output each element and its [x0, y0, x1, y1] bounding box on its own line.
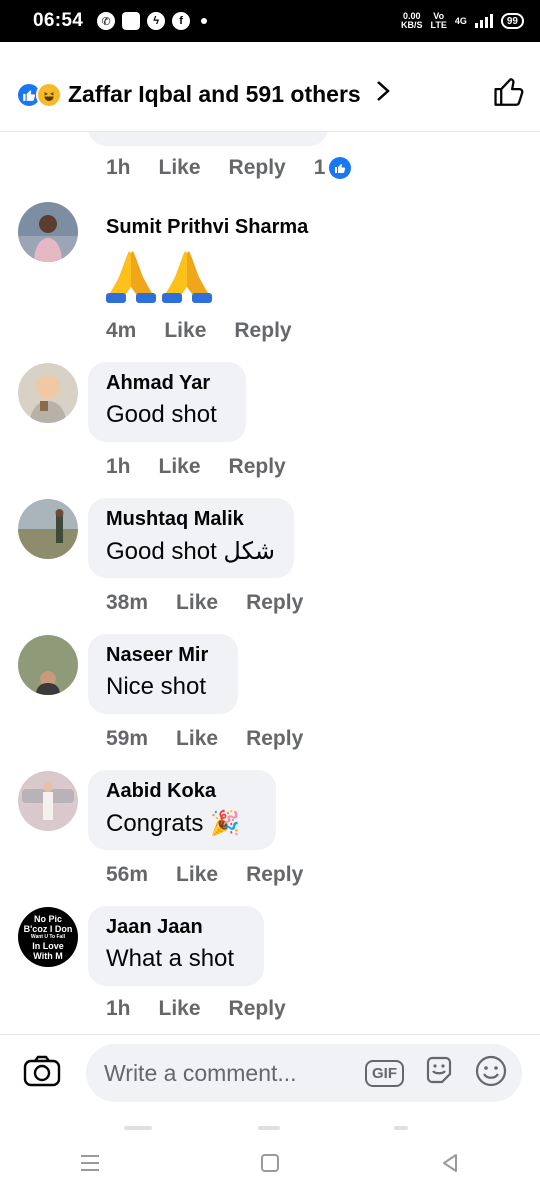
- reply-button[interactable]: Reply: [246, 863, 303, 887]
- sticker-button[interactable]: [422, 1054, 456, 1093]
- chevron-right-icon[interactable]: [375, 80, 391, 109]
- comment-input[interactable]: [104, 1059, 344, 1087]
- comment-bubble[interactable]: Mushtaq Malik Good shot شکل: [88, 498, 294, 578]
- commenter-name[interactable]: Ahmad Yar: [106, 372, 228, 395]
- emoji-icon: [475, 1055, 507, 1086]
- reply-button[interactable]: Reply: [246, 591, 303, 615]
- comment-actions: 1h Like Reply: [106, 997, 286, 1021]
- app-notification-icon: [122, 12, 141, 30]
- haha-icon: [36, 81, 62, 108]
- reactions-summary[interactable]: Zaffar Iqbal and 591 others: [68, 81, 361, 108]
- like-comment-button[interactable]: Like: [176, 863, 218, 887]
- volte-indicator: Vo LTE: [430, 11, 447, 30]
- status-bar: 06:54 ✆ ϟ f 0.00 KB/S Vo LTE 4G 99: [0, 0, 540, 42]
- comment-actions: 59m Like Reply: [106, 727, 303, 751]
- signal-icon: [474, 14, 493, 28]
- commenter-name[interactable]: Mushtaq Malik: [106, 508, 276, 531]
- network-type: 4G: [454, 16, 467, 26]
- home-nav-button[interactable]: [259, 1152, 281, 1179]
- whatsapp-icon: ✆: [97, 12, 116, 30]
- comment-bubble[interactable]: Naseer Mir Nice shot: [88, 634, 238, 714]
- comment-input-container[interactable]: GIF: [86, 1044, 522, 1102]
- previous-comment-bubble: [88, 132, 328, 146]
- reply-button[interactable]: Reply: [229, 997, 286, 1021]
- comment-time: 1h: [106, 997, 131, 1020]
- like-comment-button[interactable]: Like: [159, 997, 201, 1021]
- folded-hands-icon: [162, 251, 212, 303]
- comment-text: Congrats 🎉: [106, 810, 240, 837]
- comment-actions: 1h Like Reply: [106, 455, 286, 479]
- comment-bubble[interactable]: Aabid Koka Congrats 🎉: [88, 770, 276, 850]
- comment-time: 59m: [106, 727, 149, 750]
- reply-button[interactable]: Reply: [246, 727, 303, 751]
- more-notifications-icon: [201, 18, 208, 24]
- network-speed: 0.00 KB/S: [401, 11, 423, 30]
- status-time: 06:54: [33, 10, 84, 31]
- comment-actions: 1h Like Reply 1: [106, 156, 352, 180]
- camera-button[interactable]: [22, 1051, 62, 1096]
- gif-button[interactable]: GIF: [365, 1059, 404, 1087]
- comment-text: What a shot: [106, 945, 235, 972]
- commenter-name[interactable]: Jaan Jaan: [106, 916, 246, 939]
- comment-time: 38m: [106, 591, 149, 614]
- comment-time: 1h: [106, 455, 131, 478]
- commenter-name[interactable]: Naseer Mir: [106, 644, 220, 667]
- comment-emoji: [106, 247, 308, 305]
- home-icon: [261, 1153, 279, 1172]
- comment-time: 4m: [106, 319, 137, 342]
- avatar[interactable]: No Pic B'coz I Don Want U To Fall In Lov…: [18, 907, 78, 967]
- like-comment-button[interactable]: Like: [164, 319, 206, 343]
- like-comment-button[interactable]: Like: [159, 156, 201, 180]
- comment-bubble[interactable]: Jaan Jaan What a shot: [88, 906, 264, 986]
- reply-button[interactable]: Reply: [229, 156, 286, 180]
- comment-text: Good shot شکل: [106, 538, 275, 565]
- thumbs-up-icon: [494, 78, 524, 106]
- reaction-icons: [16, 81, 62, 108]
- commenter-name[interactable]: Sumit Prithvi Sharma: [106, 216, 308, 239]
- menu-icon: [81, 1154, 99, 1171]
- sticker-icon: [426, 1056, 452, 1083]
- like-comment-button[interactable]: Like: [176, 727, 218, 751]
- comment-text: Nice shot: [106, 673, 207, 700]
- reactions-header[interactable]: Zaffar Iqbal and 591 others: [0, 58, 540, 132]
- comment-actions: 38m Like Reply: [106, 591, 303, 615]
- battery-icon: 99: [500, 13, 524, 29]
- camera-icon: [23, 1055, 61, 1087]
- navigation-bar: [0, 1130, 540, 1200]
- comment-actions: 56m Like Reply: [106, 863, 303, 887]
- comment-time: 56m: [106, 863, 149, 886]
- comment-reaction-count[interactable]: 1: [314, 156, 352, 180]
- like-comment-button[interactable]: Like: [176, 591, 218, 615]
- comment-time: 1h: [106, 156, 131, 179]
- back-nav-button[interactable]: [439, 1152, 461, 1179]
- like-icon: [329, 157, 352, 179]
- comment-actions: 4m Like Reply: [106, 319, 292, 343]
- comment-text: Good shot: [106, 401, 217, 428]
- comment-bubble[interactable]: Ahmad Yar Good shot: [88, 362, 246, 442]
- avatar[interactable]: [18, 363, 78, 423]
- avatar[interactable]: [18, 771, 78, 831]
- menu-nav-button[interactable]: [79, 1153, 101, 1178]
- comments-list: 1h Like Reply 1 Sumit Prithvi Sharma 4m …: [0, 132, 540, 1032]
- back-icon: [443, 1153, 457, 1172]
- like-post-button[interactable]: [492, 75, 526, 114]
- messenger-icon: ϟ: [147, 12, 166, 30]
- comment-bubble[interactable]: Sumit Prithvi Sharma: [88, 206, 326, 317]
- commenter-name[interactable]: Aabid Koka: [106, 780, 258, 803]
- folded-hands-icon: [106, 251, 156, 303]
- comment-composer: GIF: [0, 1034, 540, 1112]
- facebook-icon: f: [172, 12, 191, 30]
- reply-button[interactable]: Reply: [234, 319, 291, 343]
- notification-icons: ✆ ϟ f: [97, 12, 208, 30]
- emoji-button[interactable]: [474, 1054, 508, 1093]
- reply-button[interactable]: Reply: [229, 455, 286, 479]
- avatar[interactable]: [18, 202, 78, 262]
- avatar[interactable]: [18, 635, 78, 695]
- avatar[interactable]: [18, 499, 78, 559]
- like-comment-button[interactable]: Like: [159, 455, 201, 479]
